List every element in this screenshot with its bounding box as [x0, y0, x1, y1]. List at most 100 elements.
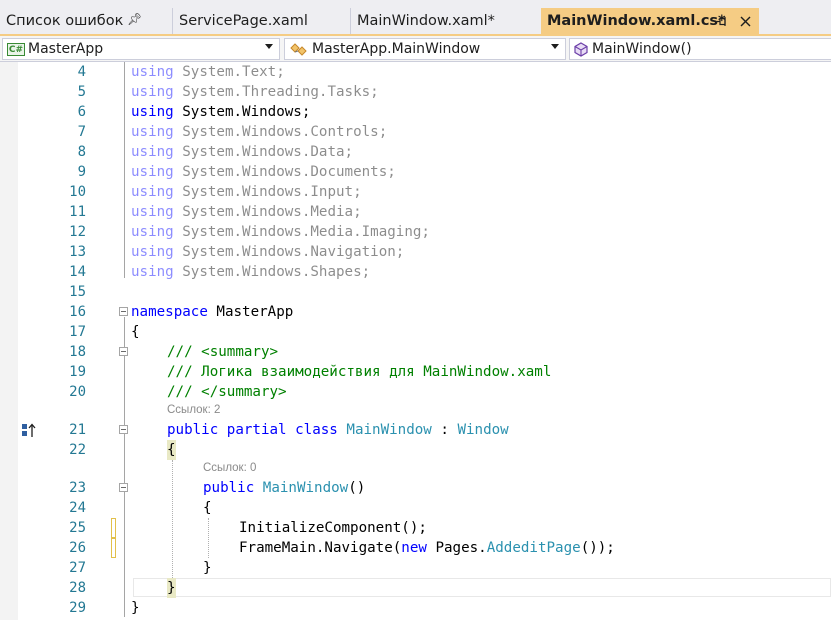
- keyword: using: [131, 144, 174, 160]
- code-text: using System.Windows.Shapes;: [131, 262, 370, 282]
- line-number: 12: [69, 224, 86, 240]
- namespace-name: System.Windows.Media;: [182, 204, 362, 220]
- document-tab-strip: Список ошибок 📌︎ ServicePage.xaml MainWi…: [0, 0, 831, 36]
- keyword: public: [203, 480, 255, 496]
- code-line: 28 }: [0, 578, 831, 598]
- code-editor[interactable]: 4 using System.Text; 5 using System.Thre…: [0, 62, 831, 620]
- line-number: 24: [69, 500, 86, 516]
- code-line: 18 /// <summary>: [0, 342, 831, 362]
- code-text: using System.Windows.Controls;: [131, 122, 387, 142]
- code-text: }: [203, 560, 212, 576]
- code-line: 25 InitializeComponent();: [0, 518, 831, 538]
- line-number: 25: [69, 520, 86, 536]
- line-number: 27: [69, 560, 86, 576]
- project-dropdown[interactable]: C# MasterApp: [2, 38, 280, 60]
- code-line: 12 using System.Windows.Media.Imaging;: [0, 222, 831, 242]
- codelens-references[interactable]: Ссылок: 2: [167, 404, 220, 416]
- page-type-name: AddeditPage: [486, 540, 581, 556]
- close-icon[interactable]: [740, 16, 751, 27]
- tab-label: MainWindow.xaml*: [357, 13, 495, 29]
- code-line: 11 using System.Windows.Media;: [0, 202, 831, 222]
- keyword: partial: [226, 422, 287, 438]
- code-text: namespace MasterApp: [131, 302, 293, 322]
- class-icon: [290, 43, 307, 56]
- line-number: 22: [69, 442, 86, 458]
- code-line: 24 {: [0, 498, 831, 518]
- type-dropdown-value: MasterApp.MainWindow: [312, 41, 481, 57]
- code-line: 6 using System.Windows;: [0, 102, 831, 122]
- codelens-references[interactable]: Ссылок: 0: [203, 462, 256, 474]
- tab-label: Список ошибок: [6, 13, 124, 29]
- collapse-icon[interactable]: [119, 307, 128, 316]
- pin-icon[interactable]: 📌︎: [127, 12, 142, 26]
- keyword: new: [401, 540, 427, 556]
- code-text: using System.Windows.Media;: [131, 202, 362, 222]
- code-text: }: [131, 600, 140, 616]
- line-number: 23: [69, 480, 86, 496]
- code-text: InitializeComponent();: [239, 520, 427, 536]
- code-text: {: [203, 500, 212, 516]
- keyword: public: [167, 422, 219, 438]
- pages-namespace: Pages.: [426, 540, 487, 556]
- csharp-project-icon: C#: [7, 42, 25, 56]
- code-line: 8 using System.Windows.Data;: [0, 142, 831, 162]
- tab-mainwindow-xaml-cs[interactable]: MainWindow.xaml.cs*: [541, 8, 759, 34]
- member-dropdown[interactable]: MainWindow(): [569, 38, 831, 60]
- line-number: 20: [69, 384, 86, 400]
- keyword: using: [131, 164, 174, 180]
- code-line: 4 using System.Text;: [0, 62, 831, 82]
- chevron-down-icon: [551, 44, 559, 49]
- line-number: 4: [77, 64, 86, 80]
- navigate-call: FrameMain.Navigate(: [239, 540, 402, 556]
- collapse-icon[interactable]: [119, 483, 128, 492]
- namespace-name: MasterApp: [216, 304, 294, 320]
- code-text: using System.Windows.Data;: [131, 142, 353, 162]
- line-number: 19: [69, 364, 86, 380]
- line-number: 21: [69, 422, 86, 438]
- type-dropdown[interactable]: MasterApp.MainWindow: [284, 38, 566, 60]
- parens: (): [348, 480, 366, 496]
- code-line: 29 }: [0, 598, 831, 618]
- code-line: 13 using System.Windows.Navigation;: [0, 242, 831, 262]
- line-number: 16: [69, 304, 86, 320]
- namespace-name: System.Windows.Documents;: [182, 164, 396, 180]
- namespace-name: System.Text;: [182, 64, 285, 80]
- line-number: 6: [77, 104, 86, 120]
- code-text: using System.Windows.Documents;: [131, 162, 396, 182]
- project-dropdown-value: MasterApp: [28, 41, 104, 57]
- line-number: 14: [69, 264, 86, 280]
- keyword: namespace: [131, 304, 208, 320]
- code-text: public MainWindow(): [203, 478, 365, 498]
- tab-error-list[interactable]: Список ошибок 📌︎: [0, 8, 168, 34]
- namespace-name: System.Windows.Controls;: [182, 124, 388, 140]
- member-dropdown-value: MainWindow(): [592, 41, 692, 57]
- keyword: using: [131, 204, 174, 220]
- collapse-icon[interactable]: [119, 425, 128, 434]
- comment: /// <summary>: [167, 344, 279, 360]
- line-number: 28: [69, 580, 86, 596]
- line-number: 18: [69, 344, 86, 360]
- tab-label: ServicePage.xaml: [179, 13, 308, 29]
- tab-label: MainWindow.xaml.cs*: [547, 13, 726, 29]
- comment: /// </summary>: [167, 384, 287, 400]
- tab-mainwindow-xaml[interactable]: MainWindow.xaml*: [350, 8, 538, 34]
- pin-icon[interactable]: [716, 16, 727, 27]
- code-line: 7 using System.Windows.Controls;: [0, 122, 831, 142]
- code-line: 23 public MainWindow(): [0, 478, 831, 498]
- comment: /// Логика взаимодействия для MainWindow…: [167, 364, 552, 380]
- code-text: using System.Text;: [131, 62, 285, 82]
- keyword: class: [295, 422, 338, 438]
- code-text: using System.Windows;: [131, 102, 310, 122]
- matched-brace: {: [167, 440, 176, 460]
- line-number: 10: [69, 184, 86, 200]
- code-line: 17 {: [0, 322, 831, 342]
- code-text: using System.Windows.Media.Imaging;: [131, 222, 430, 242]
- code-text: using System.Windows.Navigation;: [131, 242, 404, 262]
- line-number: 26: [69, 540, 86, 556]
- constructor-name: MainWindow: [262, 480, 349, 496]
- tab-servicepage-xaml[interactable]: ServicePage.xaml: [172, 8, 348, 34]
- code-line: 27 }: [0, 558, 831, 578]
- namespace-name: System.Windows.Data;: [182, 144, 354, 160]
- collapse-icon[interactable]: [119, 347, 128, 356]
- code-line: 20 /// </summary>: [0, 382, 831, 402]
